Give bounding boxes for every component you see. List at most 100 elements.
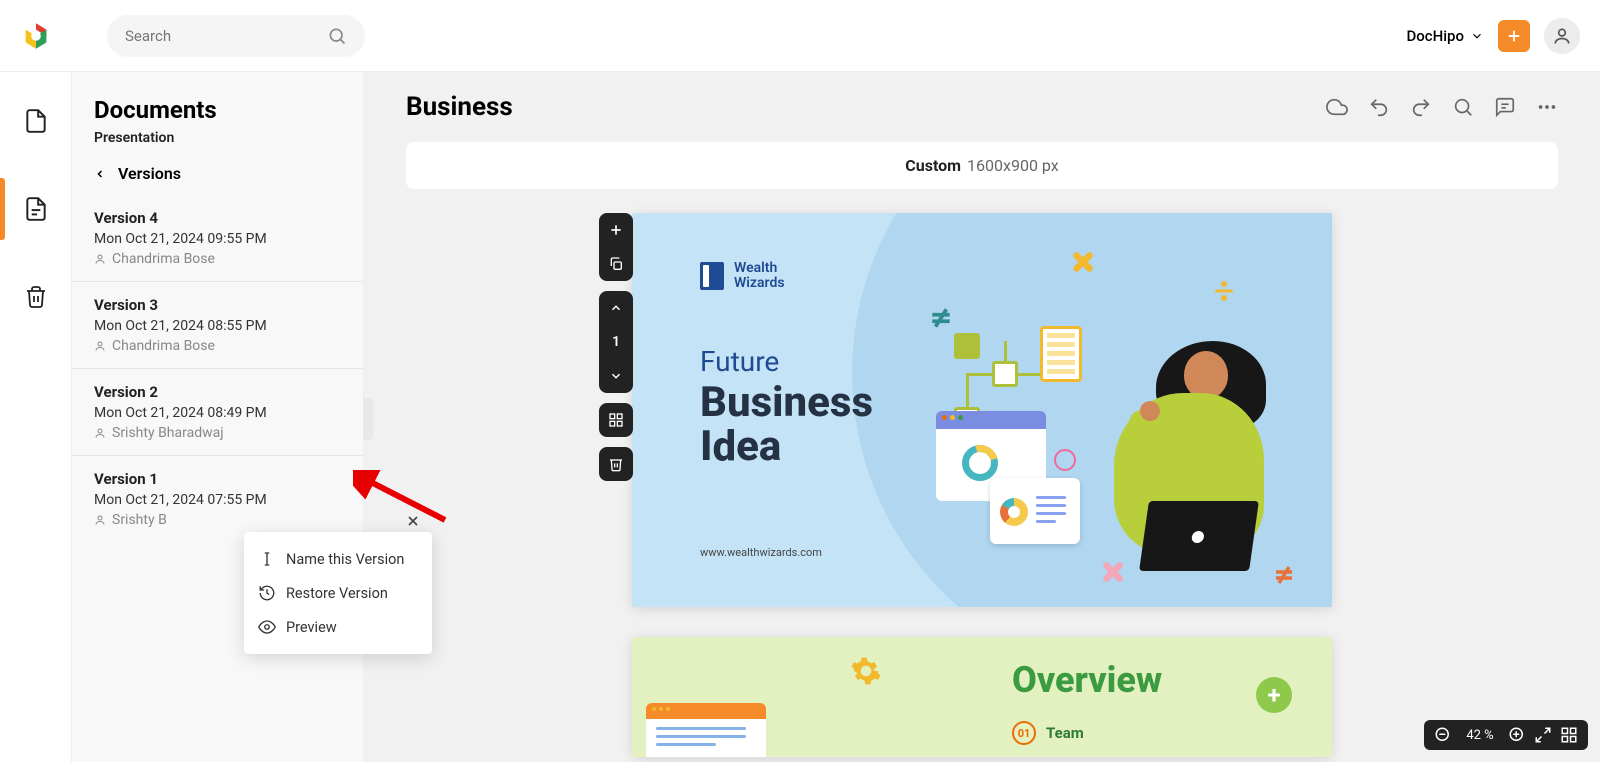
add-page-button[interactable] <box>599 213 633 247</box>
search-canvas-button[interactable] <box>1452 96 1474 118</box>
annotation-arrow <box>353 470 453 530</box>
user-icon <box>1552 26 1572 46</box>
search-field[interactable] <box>107 15 365 57</box>
eye-icon <box>258 618 276 636</box>
version-item[interactable]: Version 4 Mon Oct 21, 2024 09:55 PM Chan… <box>72 195 363 281</box>
account-button[interactable] <box>1544 18 1580 54</box>
more-button[interactable] <box>1536 96 1558 118</box>
x-icon <box>1070 249 1096 275</box>
undo-icon <box>1368 96 1390 118</box>
gear-icon <box>850 655 882 687</box>
grid-toggle-button[interactable] <box>1560 726 1578 744</box>
page-up-button[interactable] <box>599 291 633 325</box>
slide2-title: Overview <box>1012 659 1162 701</box>
overview-item-1: 01 Team <box>1012 721 1084 745</box>
version-date: Mon Oct 21, 2024 08:55 PM <box>94 318 341 334</box>
donut-chart-icon <box>962 445 998 481</box>
version-user: Chandrima Bose <box>94 251 341 267</box>
workspace-name: DocHipo <box>1406 27 1464 45</box>
duplicate-page-button[interactable] <box>599 247 633 281</box>
version-name: Version 4 <box>94 209 341 227</box>
grid-icon <box>608 412 624 428</box>
version-date: Mon Oct 21, 2024 08:49 PM <box>94 405 341 421</box>
text-cursor-icon <box>258 550 276 568</box>
slide-2[interactable]: Overview 01 Team + <box>632 637 1332 757</box>
history-icon <box>258 584 276 602</box>
zoom-out-icon <box>1434 726 1452 744</box>
panel-subtitle: Presentation <box>72 124 363 164</box>
copy-icon <box>608 256 624 272</box>
search-icon <box>327 26 347 46</box>
versions-label: Versions <box>118 164 181 183</box>
trash-icon <box>24 285 48 309</box>
version-item[interactable]: Version 1 Mon Oct 21, 2024 07:55 PM Sris… <box>72 455 363 542</box>
chevron-up-icon <box>609 301 623 315</box>
app-logo[interactable] <box>20 20 52 52</box>
zoom-in-icon <box>1508 726 1526 744</box>
canvas-dimensions-bar[interactable]: Custom 1600x900 px <box>406 142 1558 189</box>
context-name-version[interactable]: Name this Version <box>244 542 432 576</box>
fullscreen-button[interactable] <box>1534 726 1552 744</box>
chevron-left-icon <box>94 168 106 180</box>
add-circle-icon: + <box>1256 677 1292 713</box>
zoom-in-button[interactable] <box>1508 726 1526 744</box>
user-icon <box>94 253 106 265</box>
nav-trash[interactable] <box>0 272 72 322</box>
slide-brand: WealthWizards <box>700 261 785 292</box>
document-title[interactable]: Business <box>406 92 513 122</box>
person-illustration <box>1092 333 1292 593</box>
user-icon <box>94 427 106 439</box>
comments-button[interactable] <box>1494 96 1516 118</box>
trash-icon <box>608 456 624 472</box>
plus-icon <box>1505 27 1523 45</box>
book-icon <box>700 262 724 290</box>
user-icon <box>94 514 106 526</box>
calendar-icon <box>1040 326 1082 382</box>
grid-view-button[interactable] <box>599 403 633 437</box>
zoom-out-button[interactable] <box>1434 726 1452 744</box>
document-icon <box>23 108 49 134</box>
not-equal-icon <box>928 305 954 331</box>
redo-button[interactable] <box>1410 96 1432 118</box>
nav-pages[interactable] <box>0 184 72 234</box>
sync-button[interactable] <box>1326 96 1348 118</box>
undo-button[interactable] <box>1368 96 1390 118</box>
search-input[interactable] <box>125 27 327 45</box>
expand-icon <box>1534 726 1552 744</box>
version-name: Version 2 <box>94 383 341 401</box>
versions-back[interactable]: Versions <box>72 164 363 195</box>
create-button[interactable] <box>1498 20 1530 52</box>
panel-title: Documents <box>72 96 363 124</box>
zoom-value[interactable]: 42 % <box>1460 728 1500 743</box>
slide-1[interactable]: WealthWizards Future BusinessIdea www.we… <box>632 213 1332 607</box>
dims-label: Custom <box>905 156 961 175</box>
version-item[interactable]: Version 3 Mon Oct 21, 2024 08:55 PM Chan… <box>72 281 363 368</box>
page-number: 1 <box>599 325 633 359</box>
page-lines-icon <box>23 196 49 222</box>
pie-chart-card <box>990 478 1080 544</box>
version-name: Version 3 <box>94 296 341 314</box>
delete-page-button[interactable] <box>599 447 633 481</box>
version-date: Mon Oct 21, 2024 09:55 PM <box>94 231 341 247</box>
dims-value: 1600x900 px <box>967 156 1059 175</box>
nav-documents[interactable] <box>0 96 72 146</box>
version-name: Version 1 <box>94 470 341 488</box>
comment-icon <box>1494 96 1516 118</box>
chevron-down-icon <box>1470 29 1484 43</box>
plus-icon <box>608 222 624 238</box>
workspace-dropdown[interactable]: DocHipo <box>1406 27 1484 45</box>
context-preview[interactable]: Preview <box>244 610 432 644</box>
redo-icon <box>1410 96 1432 118</box>
chevron-down-icon <box>609 369 623 383</box>
version-user: Srishty Bharadwaj <box>94 425 341 441</box>
grid-icon <box>1560 726 1578 744</box>
panel-collapse-handle[interactable] <box>363 398 373 440</box>
context-restore-version[interactable]: Restore Version <box>244 576 432 610</box>
version-user: Chandrima Bose <box>94 338 341 354</box>
version-item[interactable]: Version 2 Mon Oct 21, 2024 08:49 PM Sris… <box>72 368 363 455</box>
circle-icon <box>1054 449 1076 471</box>
dots-icon <box>1536 96 1558 118</box>
slide-url: www.wealthwizards.com <box>700 546 822 559</box>
page-down-button[interactable] <box>599 359 633 393</box>
search-icon <box>1452 96 1474 118</box>
